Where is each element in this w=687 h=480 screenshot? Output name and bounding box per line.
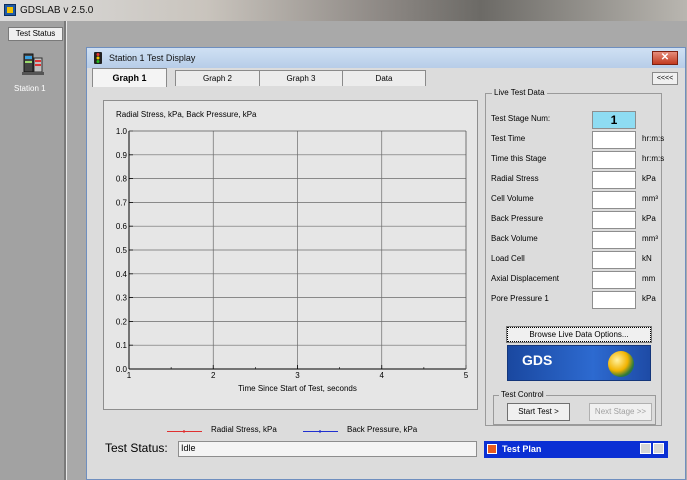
field-unit: kPa xyxy=(642,214,656,223)
field-value xyxy=(592,291,636,309)
chart: Radial Stress, kPa, Back Pressure, kPa 1 2… xyxy=(116,110,469,393)
field-value xyxy=(592,131,636,149)
app-title: GDSLAB v 2.5.0 xyxy=(20,5,94,16)
field-label: Load Cell xyxy=(491,254,525,263)
field-row: Back Volume mm³ xyxy=(491,231,659,249)
field-label: Cell Volume xyxy=(491,194,534,203)
test-status-label: Test Status: xyxy=(105,441,168,455)
y-tick-label: 0.2 xyxy=(116,317,128,326)
y-tick-label: 0.8 xyxy=(116,175,128,184)
field-row: Test Time hr:m:s xyxy=(491,131,664,149)
field-unit: mm³ xyxy=(642,234,658,243)
x-tick-label: 4 xyxy=(380,371,385,380)
field-value xyxy=(592,271,636,289)
y-tick-label: 0.4 xyxy=(116,270,128,279)
y-tick-label: 0.3 xyxy=(116,294,128,303)
tab-data[interactable]: Data xyxy=(342,70,426,86)
field-label: Time this Stage xyxy=(491,154,547,163)
app-title-bar: GDSLAB v 2.5.0 xyxy=(0,0,687,21)
field-value xyxy=(592,191,636,209)
field-row: Load Cell kN xyxy=(491,251,659,269)
legend-line-radial-stress xyxy=(167,430,202,433)
x-tick-label: 5 xyxy=(464,371,469,380)
y-tick-label: 0.0 xyxy=(116,365,128,374)
next-stage-button[interactable]: Next Stage >> xyxy=(589,403,652,421)
legend-line-back-pressure xyxy=(303,430,338,433)
field-unit: kPa xyxy=(642,174,656,183)
start-test-button[interactable]: Start Test > xyxy=(507,403,570,421)
station-label[interactable]: Station 1 xyxy=(14,84,46,93)
traffic-light-icon xyxy=(94,52,102,64)
test-status-tab[interactable]: Test Status xyxy=(8,27,63,41)
x-axis-label: Time Since Start of Test, seconds xyxy=(238,384,357,393)
gds-logo-text: GDS xyxy=(522,352,553,368)
test-plan-icon xyxy=(487,444,497,454)
legend-label-back-pressure: Back Pressure, kPa xyxy=(347,425,418,434)
field-value: 1 xyxy=(592,111,636,129)
live-test-data-legend: Live Test Data xyxy=(492,88,547,97)
field-unit: mm xyxy=(642,274,656,283)
field-value xyxy=(592,231,636,249)
field-value xyxy=(592,211,636,229)
field-row: Cell Volume mm³ xyxy=(491,191,659,209)
app-logo-icon xyxy=(4,4,16,16)
field-label: Back Volume xyxy=(491,234,538,243)
station-icon[interactable] xyxy=(22,52,44,76)
field-label: Axial Displacement xyxy=(491,274,560,283)
field-label: Radial Stress xyxy=(491,174,539,183)
field-label: Test Stage Num: xyxy=(491,114,551,123)
chart-legend: Radial Stress, kPa Back Pressure, kPa xyxy=(167,425,457,437)
test-plan-window-bar[interactable]: Test Plan xyxy=(484,441,668,458)
tab-graph-3[interactable]: Graph 3 xyxy=(259,70,343,86)
field-unit: mm³ xyxy=(642,194,658,203)
globe-icon xyxy=(608,351,634,377)
x-tick-label: 3 xyxy=(295,371,300,380)
y-tick-label: 0.6 xyxy=(116,222,128,231)
maximize-icon[interactable] xyxy=(653,443,664,454)
field-label: Pore Pressure 1 xyxy=(491,294,549,303)
station-test-display-window: Station 1 Test Display ✕ Graph 1 Graph 2… xyxy=(86,47,686,480)
field-unit: hr:m:s xyxy=(642,134,665,143)
field-label: Back Pressure xyxy=(491,214,544,223)
field-row: Time this Stage hr:m:s xyxy=(491,151,664,169)
test-control-legend: Test Control xyxy=(499,390,546,399)
y-tick-label: 0.5 xyxy=(116,246,128,255)
y-tick-label: 0.9 xyxy=(116,151,128,160)
field-unit: kPa xyxy=(642,294,656,303)
y-tick-label: 1.0 xyxy=(116,127,128,136)
field-row: Pore Pressure 1 kPa xyxy=(491,291,659,309)
field-unit: hr:m:s xyxy=(642,154,665,163)
field-row: Radial Stress kPa xyxy=(491,171,659,189)
field-value xyxy=(592,151,636,169)
test-status-field: Idle xyxy=(178,441,477,457)
test-plan-label: Test Plan xyxy=(502,444,542,454)
y-tick-label: 0.1 xyxy=(116,341,128,350)
x-tick-label: 2 xyxy=(211,371,216,380)
field-unit: kN xyxy=(642,254,652,263)
graph-panel: Radial Stress, kPa, Back Pressure, kPa 1 2… xyxy=(103,100,478,410)
field-value xyxy=(592,171,636,189)
tab-graph-1[interactable]: Graph 1 xyxy=(92,68,167,87)
close-button[interactable]: ✕ xyxy=(652,51,678,65)
window-title: Station 1 Test Display xyxy=(109,53,196,63)
test-control-group: Test Control Start Test > Next Stage >> xyxy=(493,390,656,425)
y-tick-label: 0.7 xyxy=(116,198,128,207)
field-value xyxy=(592,251,636,269)
browse-live-data-button[interactable]: Browse Live Data Options... xyxy=(506,326,652,343)
field-row: Back Pressure kPa xyxy=(491,211,659,229)
tab-graph-2[interactable]: Graph 2 xyxy=(175,70,260,86)
x-tick-label: 1 xyxy=(127,371,132,380)
field-label: Test Time xyxy=(491,134,526,143)
tab-scroll-button[interactable]: <<<< xyxy=(652,72,678,85)
window-title-bar[interactable]: Station 1 Test Display ✕ xyxy=(87,48,685,68)
legend-label-radial-stress: Radial Stress, kPa xyxy=(211,425,277,434)
restore-icon[interactable] xyxy=(640,443,651,454)
field-row: Test Stage Num: 1 xyxy=(491,111,659,129)
field-row: Axial Displacement mm xyxy=(491,271,659,289)
chart-title: Radial Stress, kPa, Back Pressure, kPa xyxy=(116,110,257,119)
live-test-data-group: Live Test Data Test Stage Num: 1 Test Time… xyxy=(485,88,664,426)
gds-logo: GDS xyxy=(507,345,651,381)
